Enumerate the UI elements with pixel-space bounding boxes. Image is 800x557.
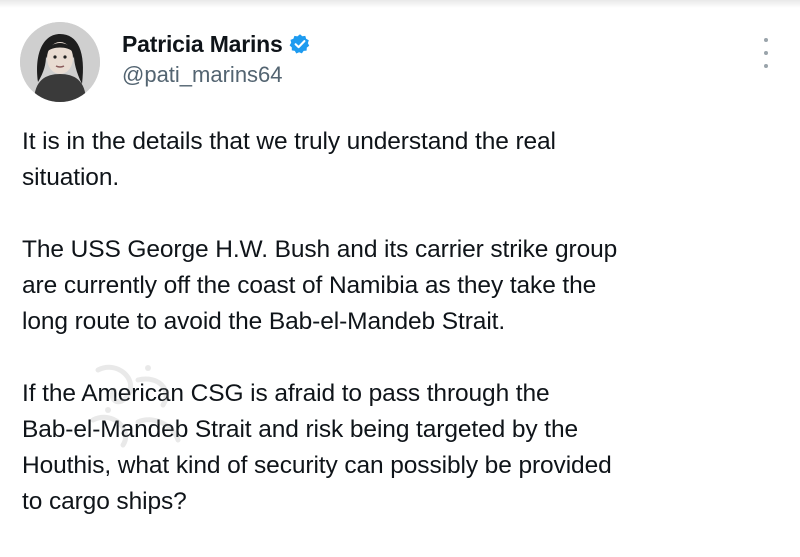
tweet-text: It is in the details that we truly under… [22, 124, 792, 520]
author-block: Patricia Marins @pati_marins64 [122, 30, 311, 88]
display-name[interactable]: Patricia Marins [122, 31, 283, 58]
tweet-paragraph-2: The USS George H.W. Bush and its carrier… [22, 236, 618, 335]
avatar[interactable] [20, 22, 100, 102]
tweet-card: Patricia Marins @pati_marins64 It is in … [0, 0, 800, 557]
more-options-icon-dot [764, 51, 768, 55]
more-options-button[interactable] [758, 38, 774, 68]
user-handle[interactable]: @pati_marins64 [122, 62, 311, 88]
verified-badge-icon [289, 33, 311, 55]
profile-photo-icon [20, 22, 100, 102]
more-options-icon-dot [764, 64, 768, 68]
name-row: Patricia Marins [122, 30, 311, 58]
top-divider [0, 0, 800, 8]
tweet-paragraph-1: It is in the details that we truly under… [22, 128, 556, 191]
more-options-icon-dot [764, 38, 768, 42]
watermark-logo [90, 364, 181, 448]
